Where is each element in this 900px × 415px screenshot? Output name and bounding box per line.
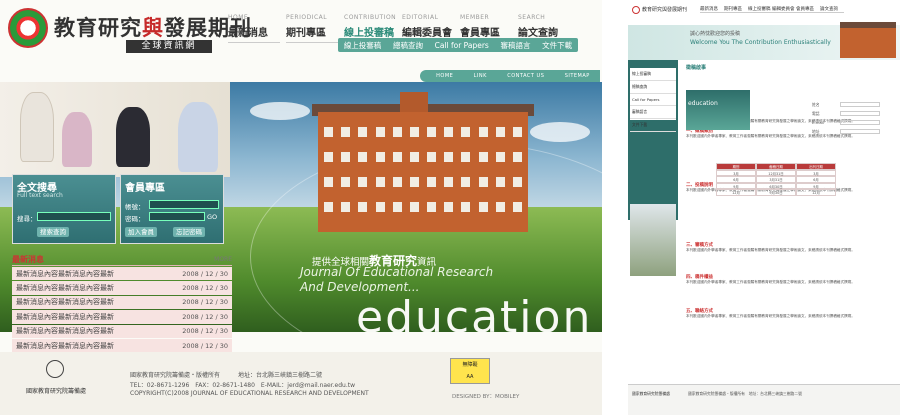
form-input[interactable] (840, 102, 880, 107)
search-label: 搜尋： (17, 215, 37, 223)
subpage-mockup: 教育研究與發展期刊 最新消息 期刊專區 線上投審稿 編輯委員會 會員專區 論文查… (628, 0, 900, 415)
subnav-submit[interactable]: 線上投審稿 (344, 40, 382, 51)
mini-nav-item[interactable]: 期刊專區 (724, 6, 748, 13)
hero-education-word: education (356, 292, 593, 332)
subnav-call-for-papers[interactable]: Call for Papers (435, 41, 489, 50)
mini-footer: 國家教育研究院籌備處 國家教育研究院籌備處・版權所有 地址：台北縣三峽鎮三樹路二… (628, 384, 900, 415)
password-label: 密碼： (125, 215, 145, 223)
mini-footer-text: 國家教育研究院籌備處・版權所有 地址：台北縣三峽鎮三樹路二號 (688, 391, 802, 396)
cloud-shape (250, 102, 310, 120)
sidebar-item[interactable]: 文件下載 (630, 119, 676, 132)
homepage-mockup: 教育研究與發展期刊 全球資訊網 HOME 最新消息 PERIODICAL 期刊專區 … (0, 0, 602, 415)
hero-journal-name: Journal Of Educational Research (300, 265, 494, 279)
institute-logo-icon (46, 360, 64, 378)
welcome-text-en: Welcome You The Contribution Enthusiasti… (690, 39, 831, 46)
util-sitemap[interactable]: SITEMAP (565, 73, 590, 79)
sidebar-item[interactable]: 線上投審稿 (630, 68, 676, 81)
list-item[interactable]: 最新消息內容最新消息內容最新 2008 / 12 / 30 (12, 310, 232, 324)
join-member-button[interactable]: 加入會員 (125, 227, 157, 237)
content-heading: 徵稿啟事 (686, 65, 707, 71)
search-panel: 全文搜尋 Full text search 搜尋： 搜索查詢 (12, 174, 116, 244)
utility-bar: HOME LINK CONTACT US SITEMAP (420, 70, 600, 82)
list-item[interactable]: 最新消息內容最新消息內容最新 2008 / 12 / 30 (12, 295, 232, 310)
form-label: 地址 (812, 128, 820, 134)
mini-site-title: 教育研究與發展期刊 (642, 7, 688, 13)
form-input[interactable] (840, 111, 880, 116)
member-panel-title: 會員專區 (125, 183, 165, 194)
subnav-query[interactable]: 總稿查詢 (393, 40, 423, 51)
mini-sidebar: 線上投審稿 總稿查詢 Call for Papers 審稿語言 文件下載 (628, 60, 678, 276)
subnav-download[interactable]: 文件下載 (542, 40, 572, 51)
mini-nav-item[interactable]: 會員專區 (796, 6, 820, 13)
footer-address: 國家教育研究院籌備處・版權所有 地址：台北縣三峽鎮三樹路二號 (130, 372, 323, 379)
news-more-link[interactable]: MORE (214, 256, 232, 263)
mini-nav-item[interactable]: 線上投審稿 (748, 6, 772, 13)
sub-nav: 線上投審稿 總稿查詢 Call for Papers 審稿語言 文件下載 (338, 38, 578, 52)
form-input[interactable] (840, 129, 880, 134)
go-button[interactable]: GO (207, 213, 217, 221)
account-input[interactable] (149, 200, 219, 209)
welcome-text-zh: 誠心熱忱歡迎您的投稿 (690, 31, 741, 37)
people-photo (0, 82, 230, 177)
site-logo[interactable]: 教育研究與發展期刊 全球資訊網 (8, 8, 251, 54)
form-label: E-mail (812, 120, 824, 125)
content-body: 本刊歡迎國內外學者專家、教育工作者惠賜有關教育研究與發展之學術論文，來稿請依本刊… (686, 248, 855, 252)
search-input[interactable] (37, 212, 111, 221)
search-panel-subtitle: Full text search (17, 192, 63, 199)
account-label: 帳號： (125, 203, 145, 211)
subnav-language[interactable]: 審稿語言 (500, 40, 530, 51)
footer-copyright: COPYRIGHT(C)2008 JOURNAL OF EDUCATIONAL … (130, 390, 369, 397)
news-title: 最新消息 (12, 255, 44, 264)
form-label: 姓名 (812, 101, 820, 107)
list-item[interactable]: 最新消息內容最新消息內容最新 2008 / 12 / 30 (12, 281, 232, 295)
search-button[interactable]: 搜索查詢 (37, 227, 69, 237)
mini-nav-item[interactable]: 最新消息 (700, 6, 724, 13)
mini-sidebar-menu: 線上投審稿 總稿查詢 Call for Papers 審稿語言 文件下載 (630, 68, 676, 132)
nav-item-periodical[interactable]: PERIODICAL 期刊專區 (286, 14, 344, 43)
sidebar-item[interactable]: 總稿查詢 (630, 81, 676, 94)
list-item[interactable]: 最新消息內容最新消息內容最新 2008 / 12 / 30 (12, 338, 232, 353)
password-input[interactable] (149, 212, 205, 221)
util-home[interactable]: HOME (436, 73, 453, 79)
member-panel: 會員專區 帳號： 密碼： GO 加入會員 忘記密碼 (120, 174, 224, 244)
mini-nav: 最新消息 期刊專區 線上投審稿 編輯委員會 會員專區 論文查詢 (700, 6, 844, 13)
footer-institute-name: 國家教育研究院籌備處 (26, 388, 87, 395)
content-body: 本刊歡迎國內外學者專家、教育工作者惠賜有關教育研究與發展之學術論文，來稿請依本刊… (686, 280, 855, 284)
sidebar-item[interactable]: 審稿語言 (630, 106, 676, 119)
sidebar-item[interactable]: Call for Papers (630, 94, 676, 106)
list-item[interactable]: 最新消息內容最新消息內容最新 2008 / 12 / 30 (12, 267, 232, 281)
logo-emblem-icon (8, 8, 48, 48)
schedule-table: 期別 截稿日期 出刊日期 3月 12月31日 3月 6月 3月31日 6月 9月 6月30日 9… (716, 163, 836, 196)
form-input[interactable] (840, 120, 880, 125)
accessibility-badge-icon[interactable]: 無障礙 AA (450, 358, 490, 384)
table-row: 12月 9月30日 12月 (716, 189, 836, 196)
sidebar-photo (630, 204, 676, 276)
news-list: 最新消息 MORE 最新消息內容最新消息內容最新 2008 / 12 / 30 最… (12, 254, 232, 353)
content-body: 本刊歡迎國內外學者專家、教育工作者惠賜有關教育研究與發展之學術論文，來稿請依本刊… (686, 188, 855, 192)
util-link[interactable]: LINK (474, 73, 487, 79)
mini-logo-icon (632, 6, 640, 14)
list-item[interactable]: 最新消息內容最新消息內容最新 2008 / 12 / 30 (12, 324, 232, 338)
content-body: 本刊歡迎國內外學者專家、教育工作者惠賜有關教育研究與發展之學術論文，來稿請依本刊… (686, 314, 855, 318)
designer-credit: DESIGNED BY：MOBILEY (452, 394, 520, 400)
mini-nav-item[interactable]: 論文查詢 (820, 6, 844, 13)
mini-footer-name: 國家教育研究院籌備處 (632, 391, 670, 396)
site-title: 教育研究與發展期刊 (54, 16, 252, 40)
footer: 國家教育研究院籌備處 國家教育研究院籌備處・版權所有 地址：台北縣三峽鎮三樹路二… (0, 352, 602, 415)
mini-nav-item[interactable]: 編輯委員會 (772, 6, 796, 13)
cloud-shape (530, 122, 590, 142)
form-label: 電話 (812, 110, 820, 116)
footer-contact: TEL：02-8671-1296 FAX：02-8671-1480 E-MAIL… (130, 382, 356, 389)
news-header: 最新消息 MORE (12, 254, 232, 266)
editor-box (686, 90, 750, 130)
contact-form: 姓名 電話 E-mail 地址 (812, 100, 892, 136)
site-subtitle: 全球資訊網 (126, 40, 212, 53)
mini-building (840, 22, 896, 58)
util-contact[interactable]: CONTACT US (507, 73, 544, 79)
editor-box-word: education (688, 100, 718, 107)
nav-item-news[interactable]: HOME 最新消息 (228, 14, 286, 43)
forgot-password-button[interactable]: 忘記密碼 (173, 227, 205, 237)
